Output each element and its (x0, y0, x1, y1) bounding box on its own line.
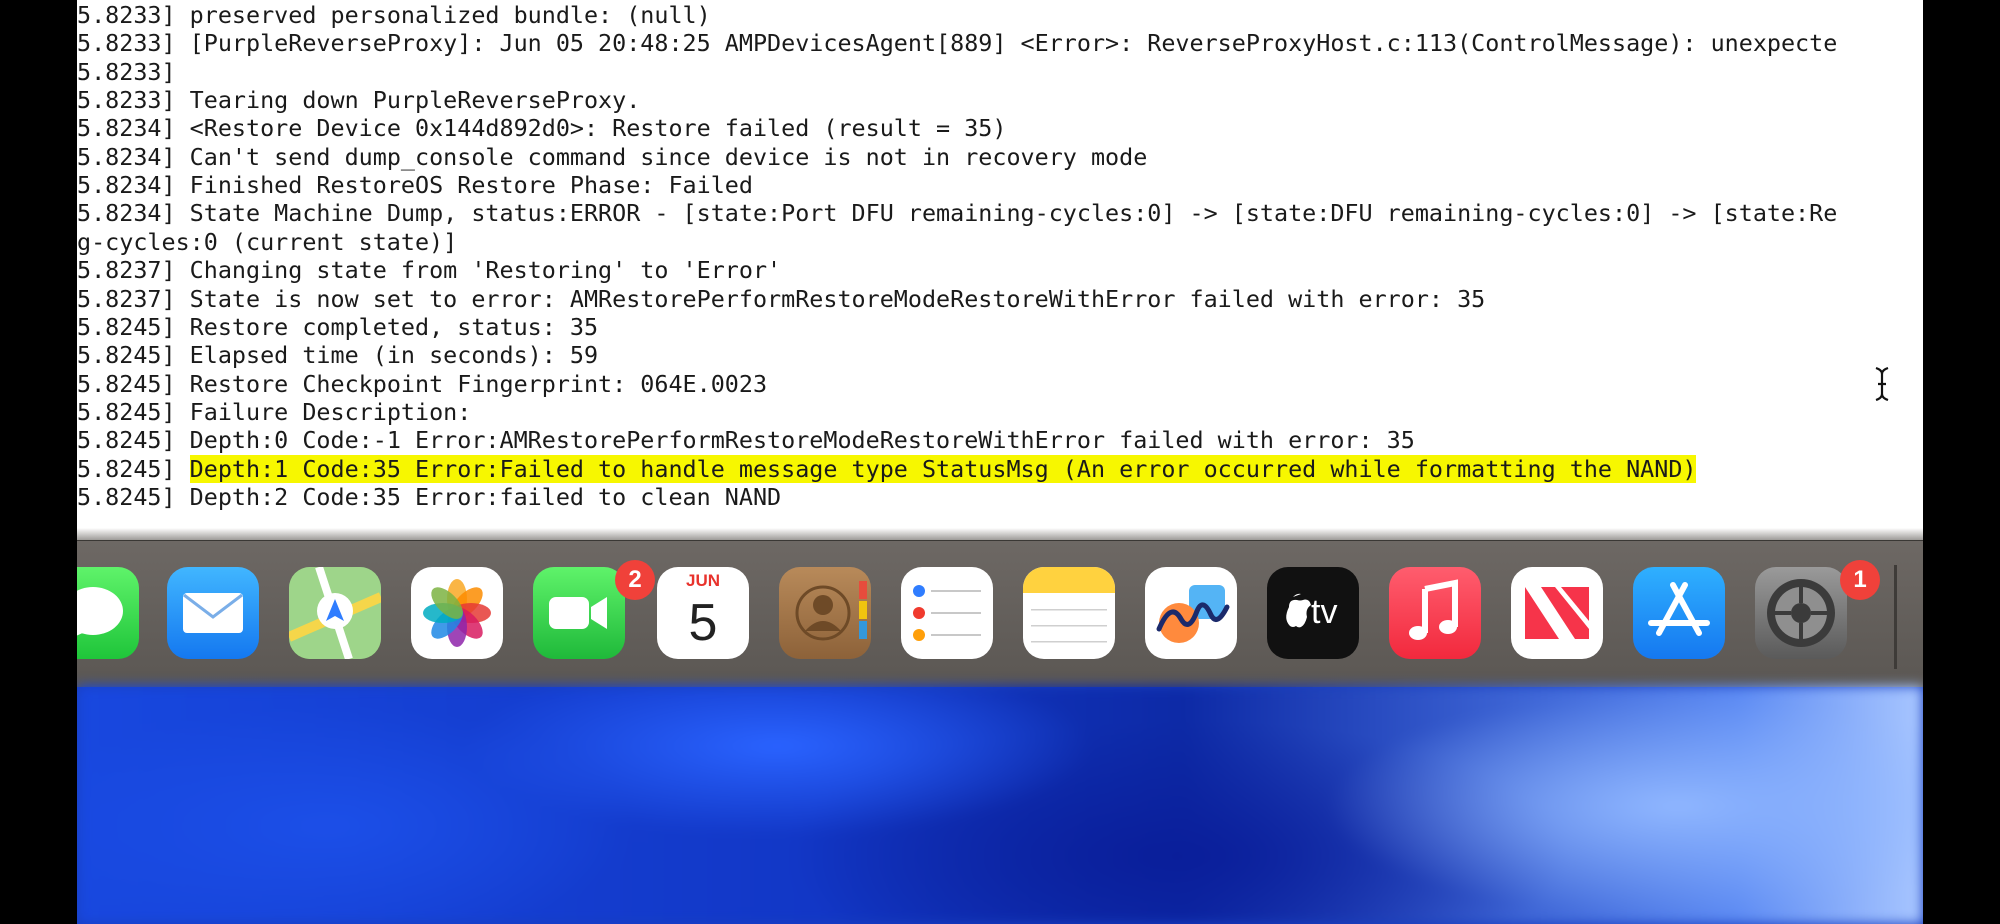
dock-divider (1894, 565, 1897, 669)
log-line-prefix: 5.8234] (77, 171, 176, 199)
log-line-prefix: 5.8245] (77, 483, 176, 511)
log-line: 5.8234] Can't send dump_console command … (77, 143, 1147, 171)
system-settings-badge: 1 (1840, 560, 1880, 600)
log-line: 5.8233] preserved personalized bundle: (… (77, 1, 711, 29)
log-line-prefix: 5.8233] (77, 1, 176, 29)
log-line-text: Can't send dump_console command since de… (189, 143, 1148, 171)
log-line: 5.8234] <Restore Device 0x144d892d0>: Re… (77, 114, 1006, 142)
screen: 5.8233] preserved personalized bundle: (… (77, 0, 1923, 924)
log-line: 5.8245] Depth:2 Code:35 Error:failed to … (77, 483, 781, 511)
text-cursor-icon (1875, 366, 1889, 402)
log-line: 5.8233] [PurpleReverseProxy]: Jun 05 20:… (77, 29, 1837, 57)
app-store-icon[interactable] (1633, 567, 1725, 659)
log-line-prefix: 5.8245] (77, 455, 176, 483)
log-line-text: <Restore Device 0x144d892d0>: Restore fa… (189, 114, 1007, 142)
reminders-icon[interactable] (901, 567, 993, 659)
contacts-icon[interactable] (779, 567, 871, 659)
music-icon[interactable] (1389, 567, 1481, 659)
log-line-text: Finished RestoreOS Restore Phase: Failed (189, 171, 753, 199)
log-line-text: Restore completed, status: 35 (189, 313, 599, 341)
log-line-prefix: 5.8234] (77, 199, 176, 227)
dock: 2 JUN 5 tv 1 (77, 540, 1923, 687)
log-line-prefix: 5.8234] (77, 114, 176, 142)
log-line-text: Elapsed time (in seconds): 59 (189, 341, 599, 369)
log-line-text: State is now set to error: AMRestorePerf… (189, 285, 1486, 313)
log-line-prefix: 5.8233] (77, 58, 176, 86)
log-line-prefix: 5.8245] (77, 426, 176, 454)
facetime-icon[interactable] (533, 567, 625, 659)
log-line: 5.8245] Elapsed time (in seconds): 59 (77, 341, 598, 369)
highlighted-log-text: Depth:1 Code:35 Error:Failed to handle m… (189, 455, 1697, 483)
log-line-prefix: 5.8245] (77, 313, 176, 341)
apple-tv-label: tv (1311, 593, 1338, 631)
log-line-text: Changing state from 'Restoring' to 'Erro… (189, 256, 782, 284)
log-line-text: State Machine Dump, status:ERROR - [stat… (189, 199, 1838, 227)
log-line: 5.8245] Failure Description: (77, 398, 471, 426)
log-line-text: Depth:2 Code:35 Error:failed to clean NA… (189, 483, 782, 511)
terminal-window[interactable]: 5.8233] preserved personalized bundle: (… (77, 0, 1923, 540)
facetime-badge: 2 (615, 560, 655, 600)
log-line-prefix: 5.8245] (77, 341, 176, 369)
notes-icon[interactable] (1023, 567, 1115, 659)
log-line-prefix: 5.8245] (77, 370, 176, 398)
log-line-prefix: 5.8234] (77, 143, 176, 171)
log-line: 5.8237] State is now set to error: AMRes… (77, 285, 1485, 313)
log-line-text: Failure Description: (189, 398, 472, 426)
log-line-prefix: 5.8233] (77, 86, 176, 114)
log-line-prefix: 5.8245] (77, 398, 176, 426)
log-line: 5.8245] Depth:1 Code:35 Error:Failed to … (77, 455, 1697, 483)
log-line-text: Restore Checkpoint Fingerprint: 064E.002… (189, 370, 768, 398)
log-line: 5.8245] Depth:0 Code:-1 Error:AMRestoreP… (77, 426, 1415, 454)
messages-icon[interactable] (77, 567, 139, 659)
log-line-text: Depth:0 Code:-1 Error:AMRestorePerformRe… (189, 426, 1415, 454)
mail-icon[interactable] (167, 567, 259, 659)
log-line: g-cycles:0 (current state)] (77, 228, 457, 256)
log-line: 5.8234] Finished RestoreOS Restore Phase… (77, 171, 753, 199)
maps-icon[interactable] (289, 567, 381, 659)
log-line: 5.8233] Tearing down PurpleReverseProxy. (77, 86, 640, 114)
log-line-text: preserved personalized bundle: (null) (189, 1, 711, 29)
calendar-day: 5 (688, 594, 718, 652)
news-icon[interactable] (1511, 567, 1603, 659)
log-line: 5.8237] Changing state from 'Restoring' … (77, 256, 781, 284)
log-line: 5.8234] State Machine Dump, status:ERROR… (77, 199, 1837, 227)
log-line-text: g-cycles:0 (current state)] (77, 228, 458, 256)
log-line: 5.8245] Restore Checkpoint Fingerprint: … (77, 370, 767, 398)
log-line-prefix: 5.8233] (77, 29, 176, 57)
log-line: 5.8233] (77, 58, 190, 86)
log-line-text: [PurpleReverseProxy]: Jun 05 20:48:25 AM… (189, 29, 1838, 57)
calendar-month: JUN (685, 571, 720, 590)
log-line-prefix: 5.8237] (77, 256, 176, 284)
apple-tv-icon[interactable]: tv (1267, 567, 1359, 659)
log-line: 5.8245] Restore completed, status: 35 (77, 313, 598, 341)
freeform-icon[interactable] (1145, 567, 1237, 659)
desktop-wallpaper (77, 686, 1923, 924)
log-line-text: Tearing down PurpleReverseProxy. (189, 86, 641, 114)
calendar-icon[interactable]: JUN 5 (657, 567, 749, 659)
system-settings-icon[interactable] (1755, 567, 1847, 659)
photos-icon[interactable] (411, 567, 503, 659)
log-line-prefix: 5.8237] (77, 285, 176, 313)
